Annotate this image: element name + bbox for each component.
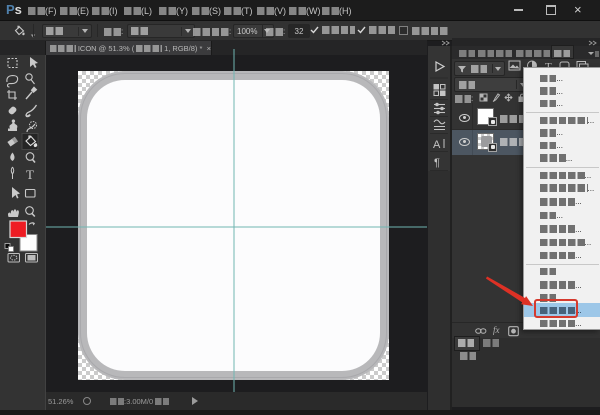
svg-text:T: T	[26, 167, 34, 182]
svg-text:A: A	[433, 139, 441, 151]
svg-text:¶: ¶	[434, 157, 440, 169]
